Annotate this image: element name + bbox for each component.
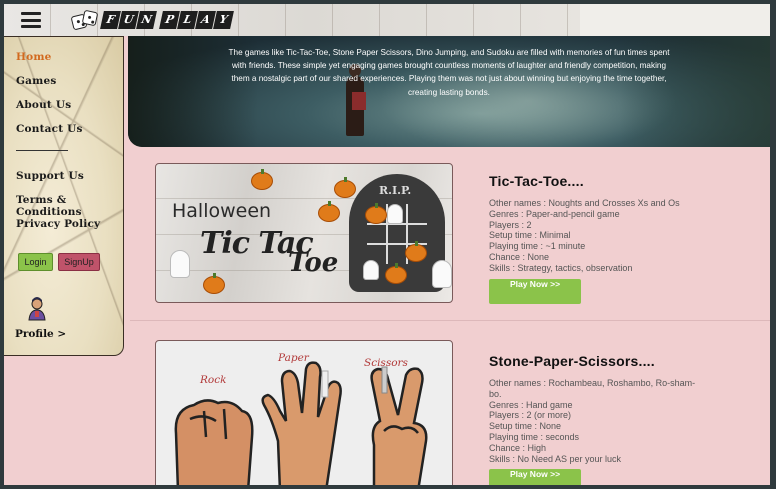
game-title: Tic-Tac-Toe.... bbox=[489, 173, 584, 189]
pumpkin-icon bbox=[318, 201, 340, 222]
ghost-icon bbox=[432, 260, 452, 288]
stone-paper-scissors-image[interactable]: Rock Paper Scissors bbox=[155, 340, 453, 485]
top-bar: F U N P L A Y bbox=[4, 4, 770, 36]
pumpkin-icon bbox=[334, 177, 356, 198]
pumpkin-icon bbox=[203, 273, 225, 294]
section-divider bbox=[130, 320, 770, 321]
signup-button[interactable]: SignUp bbox=[58, 253, 100, 271]
nav-home[interactable]: Home bbox=[16, 51, 123, 75]
tombstone-board: R.I.P. bbox=[349, 174, 445, 292]
game-details: Other names : Noughts and Crosses Xs and… bbox=[489, 198, 680, 273]
avatar-icon[interactable] bbox=[26, 297, 48, 321]
image-script-2: Toe bbox=[288, 248, 339, 278]
hand-gestures-illustration bbox=[174, 361, 428, 485]
app-frame: F U N P L A Y Home Games About Us Contac… bbox=[4, 4, 770, 485]
hero-banner: The games like Tic-Tac-Toe, Stone Paper … bbox=[128, 36, 770, 147]
top-bar-right bbox=[580, 4, 770, 36]
play-now-button[interactable]: Play Now >> bbox=[489, 278, 581, 304]
nav-about-us[interactable]: About Us bbox=[16, 99, 123, 123]
tic-tac-toe-image[interactable]: Halloween Tic Tac Toe R.I.P. bbox=[155, 163, 453, 303]
play-now-button[interactable]: Play Now >> bbox=[489, 469, 581, 485]
pumpkin-icon bbox=[251, 169, 273, 190]
nav-terms[interactable]: Terms & Conditions bbox=[16, 194, 123, 218]
nav-privacy[interactable]: Privacy Policy bbox=[16, 218, 123, 242]
nav-contact-us[interactable]: Contact Us bbox=[16, 123, 123, 147]
auth-buttons: Login SignUp bbox=[18, 253, 100, 271]
game-title: Stone-Paper-Scissors.... bbox=[489, 353, 655, 369]
funplay-logo[interactable]: F U N P L A Y bbox=[70, 9, 234, 31]
nav-support-us[interactable]: Support Us bbox=[16, 170, 123, 194]
sidebar: Home Games About Us Contact Us Support U… bbox=[4, 36, 124, 356]
tic-tac-toe-info: Tic-Tac-Toe.... Other names : Noughts an… bbox=[489, 173, 680, 304]
sidebar-nav: Home Games About Us Contact Us Support U… bbox=[16, 51, 123, 242]
image-title: Halloween bbox=[172, 200, 272, 222]
nav-games[interactable]: Games bbox=[16, 75, 123, 99]
game-details: Other names : Rochambeau, Roshambo, Ro-s… bbox=[489, 378, 696, 464]
logo-wordmark: F U N P L A Y bbox=[100, 11, 234, 29]
hero-text: The games like Tic-Tac-Toe, Stone Paper … bbox=[228, 48, 670, 97]
hamburger-menu-icon[interactable] bbox=[21, 12, 41, 28]
stone-paper-scissors-info: Stone-Paper-Scissors.... Other names : R… bbox=[489, 353, 695, 485]
login-button[interactable]: Login bbox=[18, 253, 53, 271]
nav-divider bbox=[16, 150, 68, 151]
profile-link[interactable]: Profile > bbox=[15, 328, 66, 340]
dice-logo-icon bbox=[70, 9, 100, 31]
ghost-icon bbox=[170, 250, 190, 278]
